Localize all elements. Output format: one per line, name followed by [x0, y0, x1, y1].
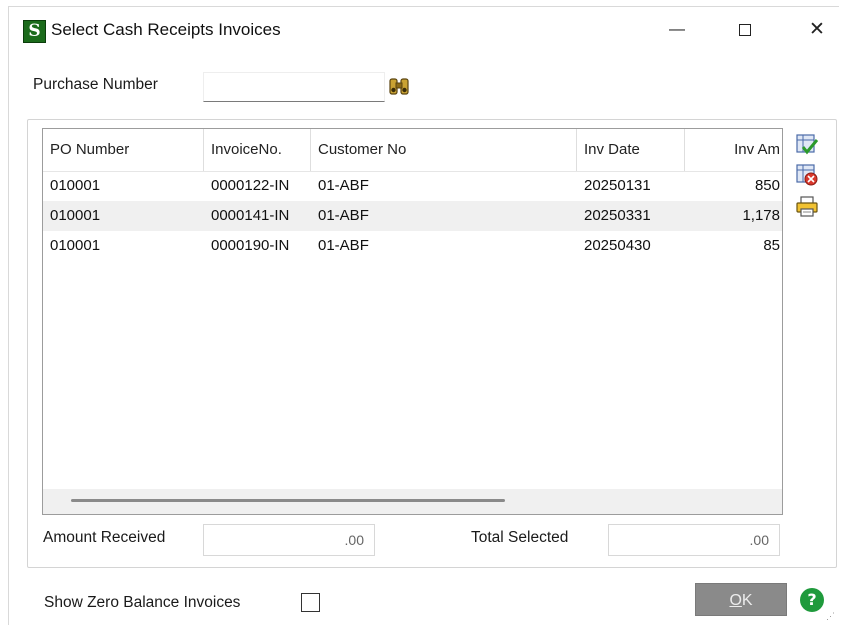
scrollbar-thumb[interactable] — [71, 499, 505, 502]
maximize-icon — [739, 23, 751, 36]
horizontal-scrollbar[interactable] — [43, 489, 782, 514]
invoice-grid[interactable]: PO Number InvoiceNo. Customer No Inv Dat… — [42, 128, 783, 515]
dialog-window: S Select Cash Receipts Invoices — ✕ Purc… — [8, 6, 839, 625]
app-logo-icon: S — [23, 20, 46, 43]
window-title: Select Cash Receipts Invoices — [51, 20, 281, 39]
minimize-button[interactable]: — — [654, 15, 700, 45]
maximize-button[interactable] — [722, 15, 768, 45]
table-row[interactable]: 010001 0000122-IN 01-ABF 20250131 850 — [43, 171, 782, 201]
customer-no-cell: 01-ABF — [318, 237, 369, 254]
resize-grip-icon[interactable]: ⋰ — [826, 611, 835, 622]
invoice-no-cell: 0000141-IN — [211, 207, 290, 224]
inv-amount-cell: 850 — [754, 177, 780, 194]
show-zero-balance-checkbox[interactable] — [301, 593, 320, 612]
column-header-po-number[interactable]: PO Number — [43, 129, 204, 171]
column-header-invoice-no[interactable]: InvoiceNo. — [204, 129, 311, 171]
total-selected-label: Total Selected — [471, 529, 569, 546]
select-all-icon[interactable] — [795, 133, 819, 157]
invoice-no-cell: 0000190-IN — [211, 237, 290, 254]
customer-no-cell: 01-ABF — [318, 177, 369, 194]
column-header-inv-date[interactable]: Inv Date — [577, 129, 685, 171]
purchase-number-input[interactable] — [203, 72, 385, 102]
ok-mnemonic: O — [729, 592, 742, 609]
inv-amount-cell: 85 — [763, 237, 780, 254]
po-number-cell: 010001 — [50, 177, 101, 194]
grid-header: PO Number InvoiceNo. Customer No Inv Dat… — [43, 129, 782, 172]
po-number-cell: 010001 — [50, 207, 101, 224]
title-bar: S Select Cash Receipts Invoices — ✕ — [9, 7, 839, 53]
ok-button[interactable]: OK — [695, 583, 787, 616]
column-header-inv-amount[interactable]: Inv Am — [685, 129, 782, 171]
invoice-no-cell: 0000122-IN — [211, 177, 290, 194]
clear-selection-icon[interactable] — [795, 163, 819, 187]
inv-amount-cell: 1,178 — [742, 207, 780, 224]
customer-no-cell: 01-ABF — [318, 207, 369, 224]
column-header-customer-no[interactable]: Customer No — [311, 129, 577, 171]
po-number-cell: 010001 — [50, 237, 101, 254]
close-button[interactable]: ✕ — [794, 15, 840, 45]
binoculars-icon[interactable] — [387, 75, 411, 99]
ok-label: K — [741, 592, 753, 609]
table-row[interactable]: 010001 0000190-IN 01-ABF 20250430 85 — [43, 231, 782, 261]
purchase-number-label: Purchase Number — [33, 76, 158, 93]
show-zero-balance-label: Show Zero Balance Invoices — [44, 594, 241, 611]
printer-icon[interactable] — [795, 195, 819, 219]
amount-received-label: Amount Received — [43, 529, 166, 546]
total-selected-field: .00 — [608, 524, 780, 556]
table-row[interactable]: 010001 0000141-IN 01-ABF 20250331 1,178 — [43, 201, 782, 231]
inv-date-cell: 20250131 — [584, 177, 651, 194]
help-icon[interactable]: ? — [800, 588, 824, 612]
amount-received-field: .00 — [203, 524, 375, 556]
inv-date-cell: 20250430 — [584, 237, 651, 254]
inv-date-cell: 20250331 — [584, 207, 651, 224]
